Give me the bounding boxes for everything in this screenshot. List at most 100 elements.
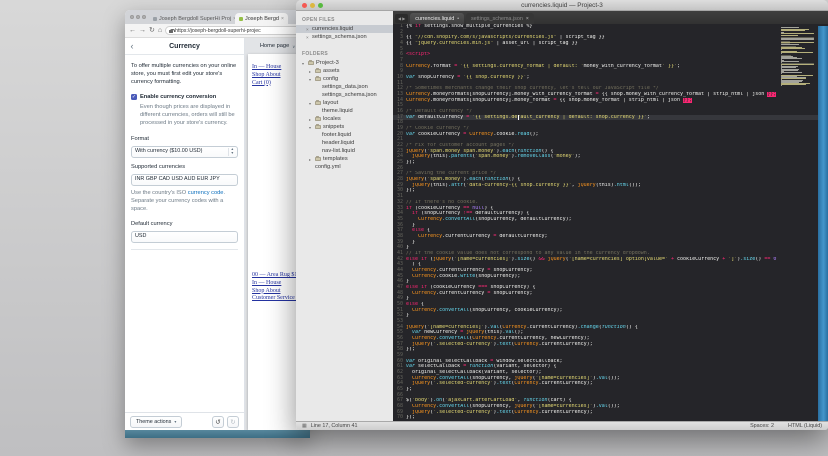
default-currency-input[interactable]: USD [131,231,238,243]
indentation-setting[interactable]: Spaces: 2 [750,423,774,429]
browser-window: Joseph Bergdoll SuperHi Proj×Joseph Berg… [125,10,310,438]
editor-pane: ◀ ▶ currencies.liquid•settings_schema.js… [393,11,828,421]
editor-status-bar: ▦ Line 17, Column 41 Spaces: 2 HTML (Liq… [296,421,828,430]
close-file-icon[interactable]: × [306,27,310,32]
browser-tab-strip: Joseph Bergdoll SuperHi Proj×Joseph Berg… [125,10,310,24]
currency-code-link[interactable]: currency code [188,190,224,196]
tab-title: Joseph Bergdoll SuperHi Proj [159,16,231,22]
close-tab-icon[interactable]: × [526,16,529,22]
chevron-right-icon[interactable]: ▸ [309,157,313,162]
checkbox-help-text: Even though prices are displayed in diff… [140,104,238,128]
tree-item-label: Project-3 [316,60,339,66]
text-cursor [518,115,519,120]
chevron-down-icon: ▾ [174,419,176,424]
tree-folder-item[interactable]: ▾ Project-3 [296,59,393,67]
tree-item-label: locales [323,116,341,122]
tree-file-item[interactable]: theme.liquid [296,107,393,115]
tree-item-label: assets [323,68,339,74]
chevron-right-icon[interactable]: ▸ [309,69,313,74]
editor-sidebar: OPEN FILES ×currencies.liquid×settings_s… [296,11,393,421]
reload-icon[interactable]: ↻ [149,27,155,34]
back-chevron-icon[interactable]: ‹ [125,42,139,51]
enable-conversion-checkbox[interactable]: ✓ [131,94,137,100]
shopify-settings-panel: ‹ Currency To offer multiple currencies … [125,38,245,430]
tree-item-label: header.liquid [322,140,354,146]
forward-icon[interactable]: → [139,27,146,34]
chevron-down-icon: ∨ [292,44,295,49]
editor-tab-label: settings_schema.json [471,16,523,22]
back-icon[interactable]: ← [129,27,136,34]
checkbox-label: Enable currency conversion [140,94,216,102]
close-file-icon[interactable]: × [306,35,310,40]
zoom-window-icon[interactable] [142,15,146,19]
tree-folder-item[interactable]: ▾ layout [296,99,393,107]
sublime-window: currencies.liquid — Project-3 OPEN FILES… [296,0,828,430]
folder-icon [315,157,321,162]
supported-currencies-input[interactable]: INR GBP CAD USD AUD EUR JPY [131,174,238,186]
tree-folder-item[interactable]: ▾ snippets [296,123,393,131]
editor-tab[interactable]: currencies.liquid• [410,13,464,24]
chevron-down-icon[interactable]: ▾ [309,101,313,106]
tree-item-label: snippets [323,124,344,130]
tree-item-label: footer.liquid [322,132,351,138]
browser-tab[interactable]: Joseph Bergd× [235,13,288,24]
tree-file-item[interactable]: header.liquid [296,139,393,147]
redo-button[interactable]: ↻ [227,416,239,428]
home-icon[interactable]: ⌂ [158,27,162,34]
browser-tab[interactable]: Joseph Bergdoll SuperHi Proj× [149,13,235,24]
page-favicon [153,17,157,21]
tree-item-label: layout [323,100,338,106]
code-text: }); [406,415,828,421]
tree-folder-item[interactable]: ▸ locales [296,115,393,123]
dirty-dot-icon[interactable]: • [457,16,459,22]
shopify-favicon [239,17,243,21]
editor-tab-bar: ◀ ▶ currencies.liquid•settings_schema.js… [393,11,828,24]
help-text-pre: Use the country's ISO [131,190,188,196]
open-file-label: currencies.liquid [312,26,353,32]
chevron-down-icon[interactable]: ▾ [309,125,313,130]
syntax-mode[interactable]: HTML (Liquid) [788,423,822,429]
open-files-header: OPEN FILES [296,15,393,25]
folder-icon [315,117,321,122]
tree-file-item[interactable]: config.yml [296,163,393,171]
section-divider [131,249,238,250]
tree-file-item[interactable]: settings_data.json [296,83,393,91]
open-file-item[interactable]: ×currencies.liquid [296,25,393,33]
line-number: 70 [393,415,406,421]
tree-folder-item[interactable]: ▸templates [296,155,393,163]
tree-file-item[interactable]: settings_schema.json [296,91,393,99]
browser-toolbar: ← → ↻ ⌂ https://joseph-bergdoll-superhi-… [125,24,310,38]
browser-window-controls[interactable] [127,10,149,24]
url-bar[interactable]: https://joseph-bergdoll-superhi-projec [165,26,306,35]
editor-scrollbar[interactable] [818,26,828,421]
code-line[interactable]: 70}); [393,415,828,421]
editor-tab[interactable]: settings_schema.json× [466,13,534,24]
theme-actions-button[interactable]: Theme actions ▾ [130,416,182,428]
format-select[interactable]: With currency ($10.00 USD) ▲▼ [131,146,238,158]
chevron-down-icon[interactable]: ▾ [309,77,313,82]
close-tab-icon[interactable]: × [281,16,284,22]
close-window-icon[interactable] [130,15,134,19]
code-area[interactable]: 1{% if settings.show_multiple_currencies… [393,24,828,421]
editor-title-bar[interactable]: currencies.liquid — Project-3 [296,0,828,11]
page-selector-value: Home page [260,43,289,49]
lock-icon [169,29,173,33]
tab-title: Joseph Bergd [245,16,279,22]
undo-button[interactable]: ↺ [212,416,224,428]
minimap[interactable] [781,27,815,87]
desktop: Joseph Bergdoll SuperHi Proj×Joseph Berg… [0,0,828,456]
tree-folder-item[interactable]: ▸ assets [296,67,393,75]
tree-file-item[interactable]: footer.liquid [296,131,393,139]
window-title: currencies.liquid — Project-3 [296,2,828,9]
chevron-down-icon[interactable]: ▾ [302,61,306,66]
code-lines: 1{% if settings.show_multiple_currencies… [393,24,828,421]
tab-nav-arrows[interactable]: ◀ ▶ [395,14,408,23]
open-file-item[interactable]: ×settings_schema.json [296,33,393,41]
minimize-window-icon[interactable] [136,15,140,19]
theme-actions-label: Theme actions [136,419,171,425]
tree-file-item[interactable]: nav-list.liquid [296,147,393,155]
status-grid-icon[interactable]: ▦ [302,423,307,429]
chevron-right-icon[interactable]: ▸ [309,117,313,122]
tree-folder-item[interactable]: ▾config [296,75,393,83]
browser-content: ‹ Currency To offer multiple currencies … [125,38,310,430]
